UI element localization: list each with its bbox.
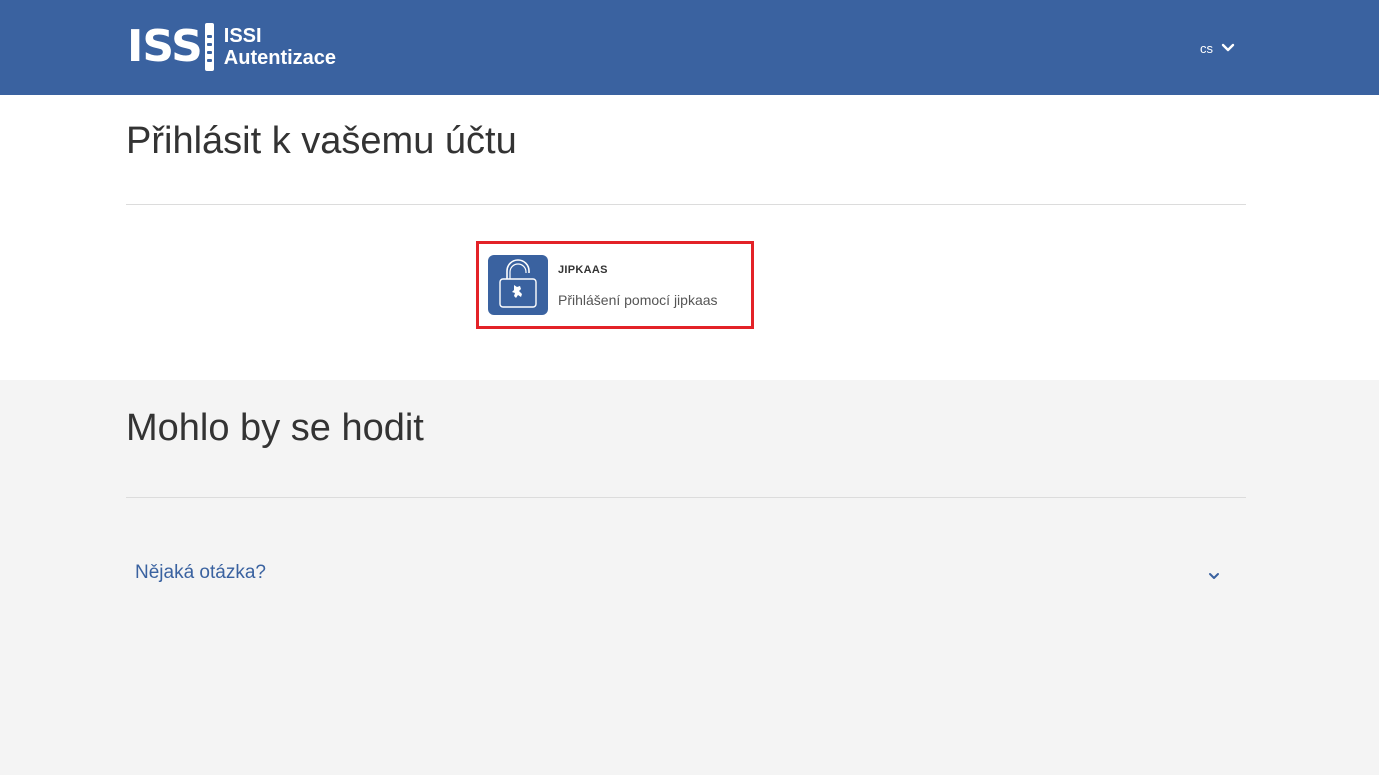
logo-line-1: ISSI <box>223 25 262 47</box>
divider <box>126 204 1246 205</box>
idp-jipkaas-button[interactable]: JIPKAAS Přihlášení pomocí jipkaas <box>476 241 754 329</box>
login-section: Přihlásit k vašemu účtu JIPKAAS Přihláše… <box>0 95 1379 380</box>
logo-letters: ISS <box>127 21 203 72</box>
chevron-down-icon <box>1221 43 1235 52</box>
language-code: cs <box>1200 40 1213 56</box>
issi-logo[interactable]: ISS ISSI Autentizace <box>127 22 336 72</box>
language-selector[interactable]: cs <box>1200 38 1235 58</box>
logo-bar-icon <box>204 23 214 71</box>
idp-name: JIPKAAS <box>558 264 608 276</box>
faq-item[interactable]: Nějaká otázka? <box>126 548 1246 598</box>
app-header: ISS ISSI Autentizace cs <box>0 0 1379 95</box>
padlock-lion-icon <box>488 255 548 315</box>
logo-text: ISSI Autentizace <box>224 25 336 69</box>
logo-line-2: Autentizace <box>223 47 337 69</box>
logo-mark: ISS <box>127 23 214 71</box>
help-divider <box>126 497 1246 498</box>
chevron-down-icon <box>1209 573 1219 579</box>
help-title: Mohlo by se hodit <box>126 407 424 449</box>
faq-question: Nějaká otázka? <box>135 562 266 583</box>
idp-description: Přihlášení pomocí jipkaas <box>558 292 718 308</box>
page-title: Přihlásit k vašemu účtu <box>126 120 517 162</box>
